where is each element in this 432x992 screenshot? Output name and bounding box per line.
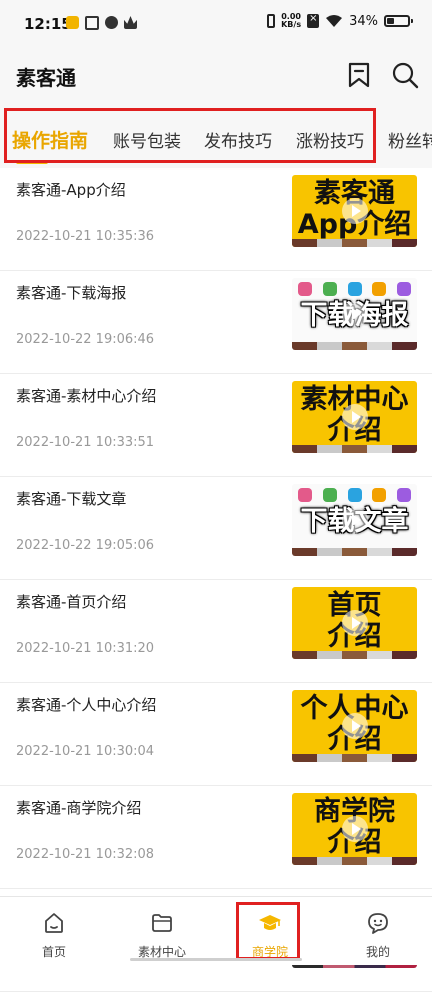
- list-item[interactable]: 素客通-下载海报 2022-10-22 19:06:46 下载海报: [0, 271, 432, 374]
- play-icon: [341, 610, 368, 636]
- video-thumbnail[interactable]: 首页 介绍: [292, 587, 417, 659]
- page-title: 素客通: [16, 66, 76, 90]
- video-thumbnail[interactable]: 商学院 介绍: [292, 793, 417, 865]
- article-title: 素客通-商学院介绍: [16, 799, 142, 817]
- article-date: 2022-10-21 10:32:08: [16, 847, 155, 862]
- status-time: 12:15: [24, 15, 72, 33]
- play-icon: [341, 816, 368, 842]
- bookmark-icon[interactable]: [344, 60, 374, 90]
- notification-icons: [66, 16, 137, 30]
- play-icon: [341, 713, 368, 739]
- article-date: 2022-10-22 19:06:46: [16, 332, 155, 347]
- net-speed-unit: KB/s: [281, 20, 302, 29]
- thumbnail-app-icon: [322, 488, 337, 502]
- article-title: 素客通-个人中心介绍: [16, 696, 157, 714]
- article-list[interactable]: 素客通-App介绍 2022-10-21 10:35:36 素客通 App介绍 素客通…: [0, 168, 432, 992]
- thumbnail-app-icon: [397, 282, 411, 296]
- thumbnail-app-icon: [372, 282, 387, 296]
- chat-face-icon: [368, 913, 388, 934]
- article-title: 素客通-首页介绍: [16, 593, 127, 611]
- thumbnail-strip: [292, 754, 417, 762]
- active-tab-indicator: [16, 160, 48, 164]
- article-date: 2022-10-21 10:35:36: [16, 229, 155, 244]
- tab-operation-guide[interactable]: 操作指南: [12, 126, 88, 153]
- play-icon: [341, 198, 368, 224]
- list-item[interactable]: 素客通-下载文章 2022-10-22 19:05:06 下载文章: [0, 477, 432, 580]
- tab-fan-growth-tips[interactable]: 涨粉技巧: [296, 127, 364, 152]
- nav-material-center[interactable]: 素材中心: [108, 897, 216, 965]
- folder-icon: [152, 914, 172, 932]
- app-header: 素客通: [0, 50, 432, 102]
- list-item[interactable]: 素客通-App介绍 2022-10-21 10:35:36 素客通 App介绍: [0, 168, 432, 271]
- no-sim-icon: [307, 13, 320, 28]
- thumbnail-strip: [292, 857, 417, 865]
- battery-percent: 34%: [349, 13, 378, 29]
- status-bar: 12:15 0.00 KB/s 34%: [0, 0, 432, 50]
- weather-notification-icon: [66, 16, 79, 29]
- wifi-icon: [326, 15, 343, 27]
- nav-home-label: 首页: [41, 945, 66, 959]
- app-notification-icon: [85, 16, 99, 30]
- tab-account-packaging[interactable]: 账号包装: [113, 127, 181, 152]
- list-item[interactable]: 素客通-素材中心介绍 2022-10-21 10:33:51 素材中心 介绍: [0, 374, 432, 477]
- thumbnail-app-icons: [298, 282, 411, 300]
- thumbnail-app-icon: [322, 282, 337, 296]
- list-item[interactable]: 素客通-商学院介绍 2022-10-21 10:32:08 商学院 介绍: [0, 786, 432, 889]
- nav-home[interactable]: 首页: [0, 897, 108, 965]
- thumbnail-strip: [292, 342, 417, 350]
- category-tabs: 操作指南 账号包装 发布技巧 涨粉技巧 粉丝转: [0, 102, 432, 168]
- tab-publish-tips[interactable]: 发布技巧: [204, 127, 272, 152]
- nav-mine[interactable]: 我的: [324, 897, 432, 965]
- net-speed: 0.00 KB/s: [281, 13, 301, 29]
- article-date: 2022-10-21 10:33:51: [16, 435, 155, 450]
- bottom-nav: 首页 素材中心 商学院 我的: [0, 896, 432, 965]
- article-date: 2022-10-21 10:31:20: [16, 641, 155, 656]
- video-thumbnail[interactable]: 下载海报: [292, 278, 417, 350]
- search-icon[interactable]: [390, 60, 420, 90]
- video-thumbnail[interactable]: 素材中心 介绍: [292, 381, 417, 453]
- home-indicator: [130, 958, 302, 961]
- video-thumbnail[interactable]: 下载文章: [292, 484, 417, 556]
- graduation-cap-icon: [259, 915, 281, 930]
- thumbnail-strip: [292, 651, 417, 659]
- vibrate-icon: [267, 14, 276, 28]
- home-icon: [45, 913, 63, 933]
- list-item[interactable]: 素客通-个人中心介绍 2022-10-21 10:30:04 个人中心 介绍: [0, 683, 432, 786]
- thumbnail-app-icons: [298, 488, 411, 506]
- play-icon: [341, 404, 368, 430]
- crown-notification-icon: [124, 16, 137, 29]
- thumbnail-app-icon: [347, 488, 362, 502]
- article-title: 素客通-下载海报: [16, 284, 127, 302]
- article-title: 素客通-App介绍: [16, 181, 126, 199]
- article-date: 2022-10-22 19:05:06: [16, 538, 155, 553]
- sync-notification-icon: [105, 16, 118, 29]
- status-right: 0.00 KB/s 34%: [267, 13, 413, 29]
- thumbnail-app-icon: [298, 488, 312, 502]
- thumbnail-app-icon: [298, 282, 312, 296]
- nav-mine-label: 我的: [365, 945, 390, 959]
- battery-level: [387, 18, 395, 24]
- thumbnail-app-icon: [397, 488, 411, 502]
- video-thumbnail[interactable]: 素客通 App介绍: [292, 175, 417, 247]
- video-thumbnail[interactable]: 个人中心 介绍: [292, 690, 417, 762]
- battery-icon: [384, 15, 413, 27]
- thumbnail-strip: [292, 548, 417, 556]
- thumbnail-app-icon: [372, 488, 387, 502]
- tab-fan-conversion[interactable]: 粉丝转: [388, 127, 432, 152]
- play-icon: [341, 301, 368, 327]
- play-icon: [341, 507, 368, 533]
- thumbnail-app-icon: [347, 282, 362, 296]
- nav-business-school[interactable]: 商学院: [216, 897, 324, 965]
- thumbnail-strip: [292, 445, 417, 453]
- article-date: 2022-10-21 10:30:04: [16, 744, 155, 759]
- article-title: 素客通-下载文章: [16, 490, 127, 508]
- article-title: 素客通-素材中心介绍: [16, 387, 157, 405]
- list-item[interactable]: 素客通-首页介绍 2022-10-21 10:31:20 首页 介绍: [0, 580, 432, 683]
- thumbnail-strip: [292, 239, 417, 247]
